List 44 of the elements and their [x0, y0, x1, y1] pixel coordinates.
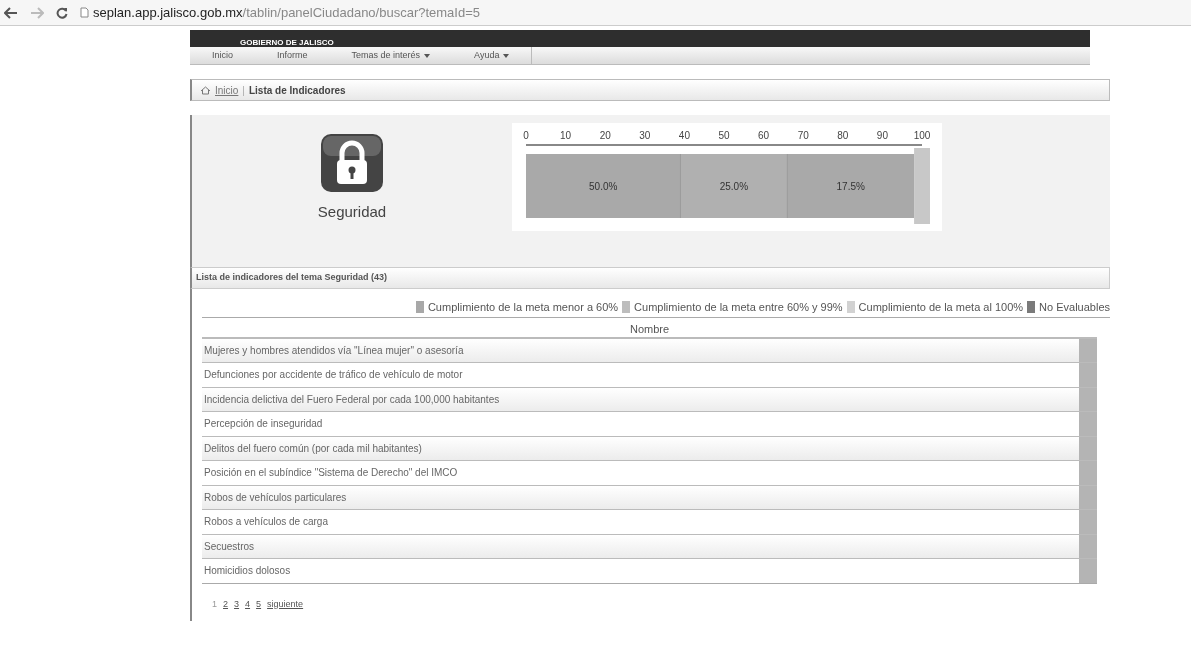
- topic-label: Seguridad: [317, 202, 387, 222]
- reload-icon[interactable]: [56, 6, 68, 19]
- home-icon: [200, 85, 211, 95]
- tick-label: 30: [639, 130, 651, 141]
- data-label: 17.5%: [836, 181, 865, 192]
- breadcrumb-current: Lista de Indicadores: [248, 83, 346, 98]
- next-link[interactable]: siguiente: [267, 597, 304, 611]
- legend-label: Cumplimiento de la meta al 100%: [858, 300, 1024, 315]
- tick-label: 60: [758, 130, 770, 141]
- nav-item[interactable]: Informe: [255, 47, 330, 64]
- legend-label: Cumplimiento de la meta entre 60% y 99%: [634, 300, 843, 315]
- legend-label: No Evaluables: [1039, 300, 1110, 315]
- padlock-icon: [320, 133, 384, 193]
- page-link[interactable]: 5: [256, 597, 262, 611]
- table-cell[interactable]: Defunciones por accidente de tráfico de vehículo de motor: [202, 363, 1079, 387]
- column-header[interactable]: Nombre: [202, 319, 1097, 338]
- page-link[interactable]: 2: [223, 597, 229, 611]
- page-link[interactable]: 4: [245, 597, 251, 611]
- tick-label: 20: [599, 130, 611, 141]
- page-icon: [80, 7, 89, 18]
- table-cell[interactable]: Robos a vehículos de carga: [202, 510, 1079, 534]
- back-icon[interactable]: [4, 6, 18, 19]
- breadcrumb-separator: |: [242, 83, 245, 98]
- tick-label: 100: [913, 130, 931, 141]
- tick-label: 10: [560, 130, 572, 141]
- list-title: Lista de indicadores del tema Seguridad (43): [196, 271, 388, 285]
- breadcrumb-link[interactable]: Inicio: [215, 82, 239, 98]
- legend-label: Cumplimiento de la meta menor a 60%: [427, 300, 619, 315]
- table-cell[interactable]: Homicidios dolosos: [202, 559, 1079, 583]
- tick-label: 40: [678, 130, 690, 141]
- nav-item[interactable]: Inicio: [190, 47, 255, 64]
- table-cell[interactable]: Percepción de inseguridad: [202, 412, 1079, 436]
- tick-label: 90: [876, 130, 888, 141]
- page-link[interactable]: 3: [234, 597, 240, 611]
- tick-label: 50: [718, 130, 730, 141]
- tick-label: 70: [797, 130, 809, 141]
- data-label: 25.0%: [719, 181, 749, 192]
- tick-label: 80: [837, 130, 849, 141]
- nav-item[interactable]: Ayuda: [452, 47, 532, 64]
- nav-item[interactable]: Temas de interés: [329, 47, 453, 64]
- logo-text: GOBIERNO DE JALISCO: [240, 38, 334, 47]
- table-cell[interactable]: Posición en el subíndice "Sistema de Derecho" del IMCO: [202, 461, 1079, 485]
- data-label: 50.0%: [589, 181, 618, 192]
- tick-label: 0: [523, 130, 529, 141]
